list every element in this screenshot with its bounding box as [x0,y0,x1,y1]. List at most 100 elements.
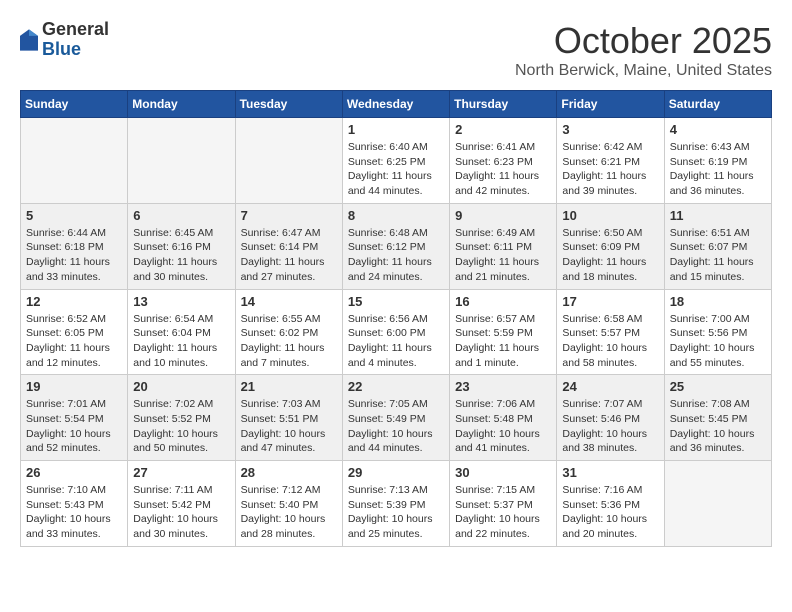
day-info: Sunrise: 6:58 AM Sunset: 5:57 PM Dayligh… [562,312,658,371]
day-number: 4 [670,122,766,137]
calendar-cell: 25Sunrise: 7:08 AM Sunset: 5:45 PM Dayli… [664,375,771,461]
day-number: 27 [133,465,229,480]
weekday-header-monday: Monday [128,91,235,118]
calendar-cell: 13 Sunrise: 6:54 AM Sunset: 6:04 PM Dayli… [128,289,235,375]
calendar-cell: 23 Sunrise: 7:06 AM Sunset: 5:48 PM Dayli… [450,375,557,461]
day-number: 22 [348,379,444,394]
week-row-4: 19 Sunrise: 7:01 AM Sunset: 5:54 PM Dayli… [21,375,772,461]
day-info: Sunrise: 6:50 AM Sunset: 6:09 PM Dayligh… [562,226,658,285]
day-info: Sunrise: 6:51 AM Sunset: 6:07 PM Dayligh… [670,226,766,285]
day-info: Sunrise: 6:47 AM Sunset: 6:14 PM Dayligh… [241,226,337,285]
day-info: Sunrise: 7:13 AM Sunset: 5:39 PM Dayligh… [348,483,444,542]
calendar-cell [235,118,342,204]
day-info: Sunrise: 7:16 AM Sunset: 5:36 PM Dayligh… [562,483,658,542]
day-number: 31 [562,465,658,480]
calendar-cell: 17 Sunrise: 6:58 AM Sunset: 5:57 PM Dayli… [557,289,664,375]
week-row-2: 5Sunrise: 6:44 AM Sunset: 6:18 PM Daylig… [21,203,772,289]
calendar-cell [664,461,771,547]
calendar-cell: 5Sunrise: 6:44 AM Sunset: 6:18 PM Daylig… [21,203,128,289]
day-info: Sunrise: 6:45 AM Sunset: 6:16 PM Dayligh… [133,226,229,285]
day-number: 3 [562,122,658,137]
logo-text: General Blue [42,20,109,60]
calendar-cell: 4 Sunrise: 6:43 AM Sunset: 6:19 PM Daylig… [664,118,771,204]
calendar-cell: 1Sunrise: 6:40 AM Sunset: 6:25 PM Daylig… [342,118,449,204]
month-title: October 2025 [515,20,772,62]
calendar-cell: 21 Sunrise: 7:03 AM Sunset: 5:51 PM Dayli… [235,375,342,461]
calendar-cell [128,118,235,204]
day-number: 24 [562,379,658,394]
day-info: Sunrise: 7:01 AM Sunset: 5:54 PM Dayligh… [26,397,122,456]
weekday-header-wednesday: Wednesday [342,91,449,118]
calendar-cell: 7 Sunrise: 6:47 AM Sunset: 6:14 PM Daylig… [235,203,342,289]
day-number: 23 [455,379,551,394]
calendar: SundayMondayTuesdayWednesdayThursdayFrid… [20,90,772,547]
day-info: Sunrise: 6:43 AM Sunset: 6:19 PM Dayligh… [670,140,766,199]
day-info: Sunrise: 6:57 AM Sunset: 5:59 PM Dayligh… [455,312,551,371]
location: North Berwick, Maine, United States [515,62,772,80]
calendar-cell: 9Sunrise: 6:49 AM Sunset: 6:11 PM Daylig… [450,203,557,289]
calendar-cell: 8 Sunrise: 6:48 AM Sunset: 6:12 PM Daylig… [342,203,449,289]
calendar-cell: 10 Sunrise: 6:50 AM Sunset: 6:09 PM Dayli… [557,203,664,289]
day-info: Sunrise: 7:11 AM Sunset: 5:42 PM Dayligh… [133,483,229,542]
day-number: 17 [562,294,658,309]
week-row-5: 26Sunrise: 7:10 AM Sunset: 5:43 PM Dayli… [21,461,772,547]
day-number: 12 [26,294,122,309]
day-info: Sunrise: 7:05 AM Sunset: 5:49 PM Dayligh… [348,397,444,456]
logo-blue: Blue [42,40,109,60]
day-info: Sunrise: 7:10 AM Sunset: 5:43 PM Dayligh… [26,483,122,542]
day-number: 28 [241,465,337,480]
logo-icon [20,29,38,51]
day-info: Sunrise: 6:42 AM Sunset: 6:21 PM Dayligh… [562,140,658,199]
day-number: 7 [241,208,337,223]
weekday-header-thursday: Thursday [450,91,557,118]
weekday-header-saturday: Saturday [664,91,771,118]
calendar-cell: 19 Sunrise: 7:01 AM Sunset: 5:54 PM Dayli… [21,375,128,461]
calendar-cell: 24 Sunrise: 7:07 AM Sunset: 5:46 PM Dayli… [557,375,664,461]
day-info: Sunrise: 7:07 AM Sunset: 5:46 PM Dayligh… [562,397,658,456]
day-info: Sunrise: 7:06 AM Sunset: 5:48 PM Dayligh… [455,397,551,456]
calendar-cell: 12 Sunrise: 6:52 AM Sunset: 6:05 PM Dayli… [21,289,128,375]
day-number: 18 [670,294,766,309]
week-row-3: 12 Sunrise: 6:52 AM Sunset: 6:05 PM Dayli… [21,289,772,375]
weekday-header-row: SundayMondayTuesdayWednesdayThursdayFrid… [21,91,772,118]
day-number: 14 [241,294,337,309]
calendar-cell: 31 Sunrise: 7:16 AM Sunset: 5:36 PM Dayli… [557,461,664,547]
calendar-cell: 26Sunrise: 7:10 AM Sunset: 5:43 PM Dayli… [21,461,128,547]
day-info: Sunrise: 6:56 AM Sunset: 6:00 PM Dayligh… [348,312,444,371]
logo-general: General [42,20,109,40]
day-number: 21 [241,379,337,394]
day-info: Sunrise: 6:41 AM Sunset: 6:23 PM Dayligh… [455,140,551,199]
day-info: Sunrise: 6:54 AM Sunset: 6:04 PM Dayligh… [133,312,229,371]
day-number: 8 [348,208,444,223]
day-number: 16 [455,294,551,309]
day-number: 19 [26,379,122,394]
day-number: 29 [348,465,444,480]
day-number: 11 [670,208,766,223]
week-row-1: 1Sunrise: 6:40 AM Sunset: 6:25 PM Daylig… [21,118,772,204]
day-info: Sunrise: 7:03 AM Sunset: 5:51 PM Dayligh… [241,397,337,456]
calendar-cell: 28Sunrise: 7:12 AM Sunset: 5:40 PM Dayli… [235,461,342,547]
day-number: 30 [455,465,551,480]
day-info: Sunrise: 6:48 AM Sunset: 6:12 PM Dayligh… [348,226,444,285]
calendar-cell: 22 Sunrise: 7:05 AM Sunset: 5:49 PM Dayli… [342,375,449,461]
day-number: 13 [133,294,229,309]
day-info: Sunrise: 7:02 AM Sunset: 5:52 PM Dayligh… [133,397,229,456]
day-info: Sunrise: 6:52 AM Sunset: 6:05 PM Dayligh… [26,312,122,371]
calendar-cell [21,118,128,204]
day-info: Sunrise: 7:00 AM Sunset: 5:56 PM Dayligh… [670,312,766,371]
calendar-cell: 2Sunrise: 6:41 AM Sunset: 6:23 PM Daylig… [450,118,557,204]
calendar-cell: 14 Sunrise: 6:55 AM Sunset: 6:02 PM Dayli… [235,289,342,375]
day-number: 20 [133,379,229,394]
day-info: Sunrise: 6:55 AM Sunset: 6:02 PM Dayligh… [241,312,337,371]
day-info: Sunrise: 6:49 AM Sunset: 6:11 PM Dayligh… [455,226,551,285]
calendar-cell: 20 Sunrise: 7:02 AM Sunset: 5:52 PM Dayli… [128,375,235,461]
day-number: 10 [562,208,658,223]
calendar-cell: 18 Sunrise: 7:00 AM Sunset: 5:56 PM Dayli… [664,289,771,375]
title-area: October 2025 North Berwick, Maine, Unite… [515,20,772,80]
calendar-cell: 16 Sunrise: 6:57 AM Sunset: 5:59 PM Dayli… [450,289,557,375]
weekday-header-sunday: Sunday [21,91,128,118]
day-number: 6 [133,208,229,223]
day-info: Sunrise: 7:15 AM Sunset: 5:37 PM Dayligh… [455,483,551,542]
day-info: Sunrise: 7:08 AM Sunset: 5:45 PM Dayligh… [670,397,766,456]
calendar-cell: 30 Sunrise: 7:15 AM Sunset: 5:37 PM Dayli… [450,461,557,547]
